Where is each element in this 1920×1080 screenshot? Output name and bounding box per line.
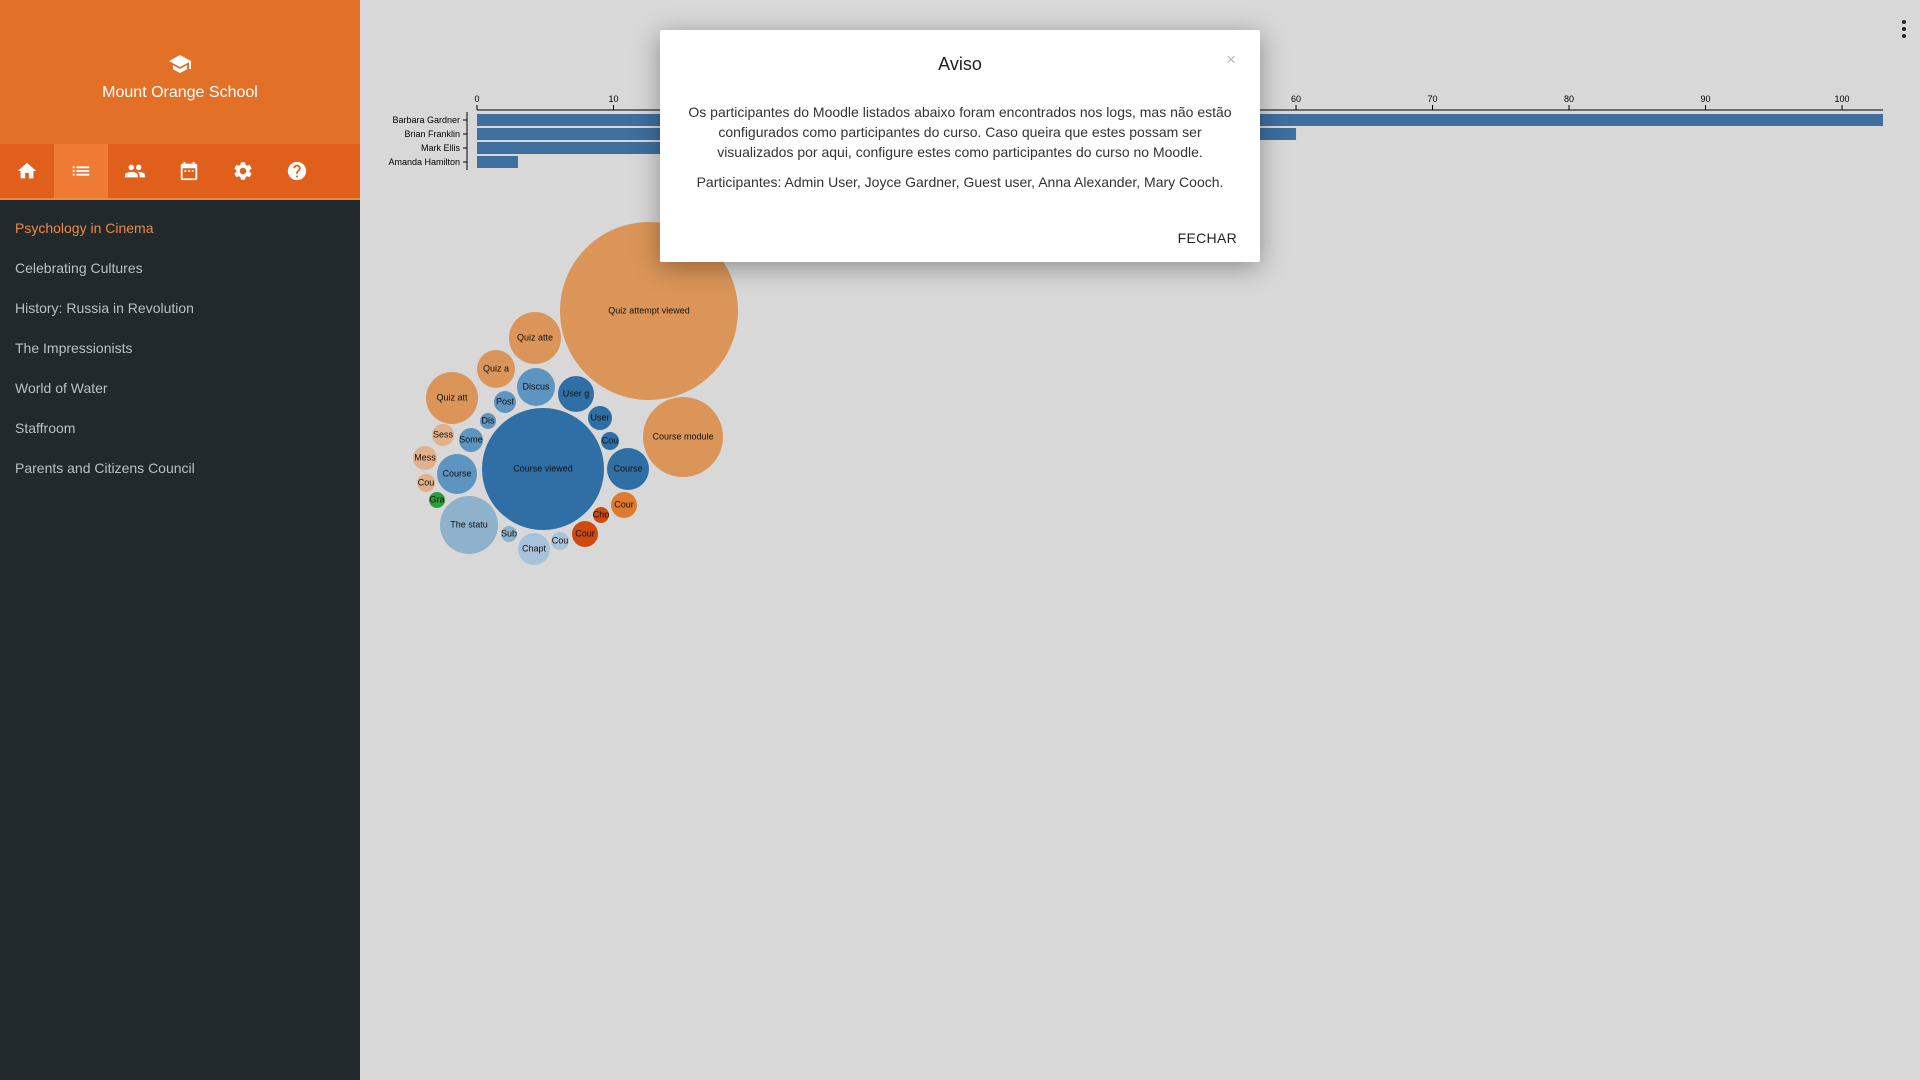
gear-icon: [234, 162, 252, 180]
x-tick-label: 80: [1564, 94, 1574, 104]
bubble-label: Cho: [593, 509, 610, 519]
bubble-label: Course: [442, 468, 471, 478]
graduation-cap-icon: [169, 55, 191, 73]
bubble-label: Quiz attempt viewed: [608, 305, 690, 315]
bubble[interactable]: Quiz att: [426, 372, 478, 424]
sidebar: Mount Orange School Psychology in Cinema…: [0, 0, 360, 1080]
modal-title: Aviso: [938, 54, 982, 74]
bubble[interactable]: Course: [607, 448, 649, 490]
bubble[interactable]: Cou: [417, 474, 435, 492]
bubble[interactable]: Chapt: [518, 533, 550, 565]
bubble-label: Course module: [652, 431, 713, 441]
course-item-staffroom[interactable]: Staffroom: [0, 408, 360, 448]
bubble[interactable]: User g: [558, 376, 594, 412]
bubble-label: Gra: [429, 494, 444, 504]
bubble[interactable]: Gra: [429, 492, 445, 508]
x-tick-label: 70: [1428, 94, 1438, 104]
bubble[interactable]: Quiz a: [477, 350, 515, 388]
course-item-history-russia[interactable]: History: Russia in Revolution: [0, 288, 360, 328]
course-item-the-impressionists[interactable]: The Impressionists: [0, 328, 360, 368]
calendar-button[interactable]: [162, 144, 216, 198]
bubble[interactable]: Cho: [593, 507, 610, 523]
help-button[interactable]: [270, 144, 324, 198]
x-tick-label: 60: [1291, 94, 1301, 104]
modal-message: Os participantes do Moodle listados abai…: [688, 104, 1232, 160]
course-item-parents-citizens-council[interactable]: Parents and Citizens Council: [0, 448, 360, 488]
bubble-label: Quiz atte: [517, 332, 553, 342]
bubble-label: Chapt: [522, 543, 547, 553]
course-item-psychology-in-cinema[interactable]: Psychology in Cinema: [0, 208, 360, 248]
bubble-label: User g: [563, 388, 590, 398]
modal-body: Os participantes do Moodle listados abai…: [684, 102, 1236, 202]
sidebar-icon-bar: [0, 144, 360, 200]
bubble-label: Discus: [522, 381, 550, 391]
bubble-label: Cou: [418, 477, 435, 487]
courses-list-button[interactable]: [54, 144, 108, 198]
bubble[interactable]: Course module: [643, 397, 723, 477]
bubble-label: Sub: [501, 528, 517, 538]
bubble-label: Quiz att: [436, 392, 468, 402]
close-button[interactable]: FECHAR: [1178, 230, 1237, 246]
list-icon: [72, 166, 90, 176]
bubble[interactable]: Cou: [551, 532, 569, 550]
bubble[interactable]: Dis: [480, 413, 496, 429]
course-item-world-of-water[interactable]: World of Water: [0, 368, 360, 408]
bubble[interactable]: User: [588, 406, 612, 430]
calendar-icon: [180, 161, 198, 181]
bubble-label: Quiz a: [483, 363, 509, 373]
settings-button[interactable]: [216, 144, 270, 198]
bubble-label: Cour: [575, 528, 595, 538]
bubble-label: Course: [613, 463, 642, 473]
bubble[interactable]: Some: [459, 428, 483, 452]
bubble[interactable]: The statu: [440, 496, 498, 554]
bubble-label: Some: [459, 434, 483, 444]
bubble-label: Course viewed: [513, 463, 573, 473]
x-tick-label: 90: [1701, 94, 1711, 104]
bubble[interactable]: Mess: [413, 446, 437, 470]
warning-modal: Aviso × Os participantes do Moodle lista…: [660, 30, 1260, 262]
course-list: Psychology in Cinema Celebrating Culture…: [0, 200, 360, 488]
modal-participants: Participantes: Admin User, Joyce Gardner…: [696, 174, 1224, 190]
more-options-icon[interactable]: [1900, 20, 1908, 42]
home-icon: [17, 162, 37, 179]
bubble-label: Dis: [482, 415, 495, 425]
bubble[interactable]: Sess: [432, 424, 454, 446]
x-tick-label: 100: [1835, 94, 1850, 104]
school-name[interactable]: Mount Orange School: [102, 84, 258, 102]
close-icon[interactable]: ×: [1226, 50, 1236, 70]
sidebar-header: Mount Orange School: [0, 0, 360, 144]
bubble[interactable]: Course viewed: [482, 408, 604, 530]
help-icon: [287, 161, 307, 181]
bubble-label: Post: [496, 396, 515, 406]
course-item-celebrating-cultures[interactable]: Celebrating Cultures: [0, 248, 360, 288]
bubble-label: Sess: [433, 429, 454, 439]
bubble[interactable]: Quiz atte: [509, 312, 561, 364]
bubble[interactable]: Course: [437, 454, 477, 494]
bubble[interactable]: Cour: [611, 492, 637, 518]
bubble-label: Cour: [614, 499, 634, 509]
bubble[interactable]: Post: [494, 391, 516, 413]
home-button[interactable]: [0, 144, 54, 198]
bubble[interactable]: Cour: [572, 521, 598, 547]
bubble[interactable]: Sub: [501, 526, 517, 542]
people-icon: [124, 164, 146, 178]
bubble-label: Cou: [552, 535, 569, 545]
bubble-label: Mess: [414, 452, 436, 462]
bubble[interactable]: Cou: [601, 432, 619, 450]
bubble[interactable]: Discus: [517, 368, 555, 406]
bubble-label: Cou: [602, 435, 619, 445]
participants-button[interactable]: [108, 144, 162, 198]
bubble-label: The statu: [450, 519, 488, 529]
bubble-label: User: [590, 412, 609, 422]
